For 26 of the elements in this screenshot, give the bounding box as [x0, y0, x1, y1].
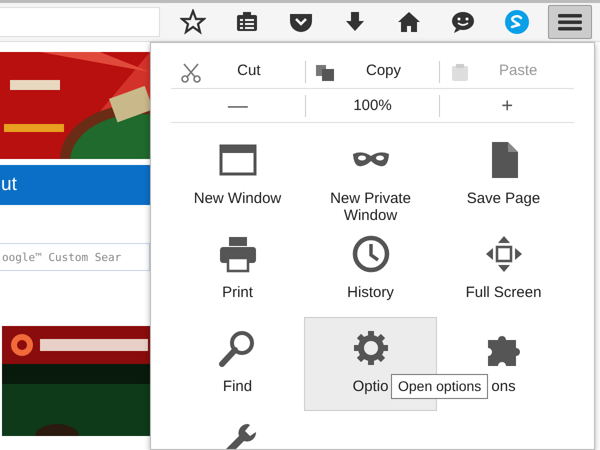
copy-button[interactable]: Copy: [304, 60, 440, 82]
nav-bar[interactable]: ut: [0, 165, 150, 205]
cut-button[interactable]: Cut: [171, 60, 305, 82]
window-button[interactable]: New Window: [171, 129, 304, 223]
zoom-out-button[interactable]: —: [171, 94, 305, 116]
home-icon[interactable]: [396, 9, 422, 35]
search-field[interactable]: oogle™ Custom Sear: [0, 243, 150, 271]
clock-icon: [350, 234, 390, 274]
scissors-icon: [179, 60, 201, 82]
chat-smiley-icon[interactable]: [450, 9, 476, 35]
fullscreen-arrows-icon: [484, 234, 524, 274]
bookmark-star-icon[interactable]: [180, 9, 206, 35]
find-button[interactable]: Find: [171, 317, 304, 411]
menu-icon: [557, 12, 583, 32]
zoom-reset-button[interactable]: 100%: [304, 94, 440, 116]
menu-button[interactable]: [548, 5, 592, 39]
zoom-in-button[interactable]: +: [439, 94, 574, 116]
printer-icon: [218, 234, 258, 274]
print-button[interactable]: Print: [171, 223, 304, 317]
skype-icon[interactable]: [504, 9, 530, 35]
private-button[interactable]: New Private Window: [304, 129, 437, 223]
address-field[interactable]: [0, 7, 160, 37]
save-button[interactable]: Save Page: [437, 129, 570, 223]
tooltip: Open options: [391, 374, 488, 399]
fullscreen-button[interactable]: Full Screen: [437, 223, 570, 317]
history-button[interactable]: History: [304, 223, 437, 317]
